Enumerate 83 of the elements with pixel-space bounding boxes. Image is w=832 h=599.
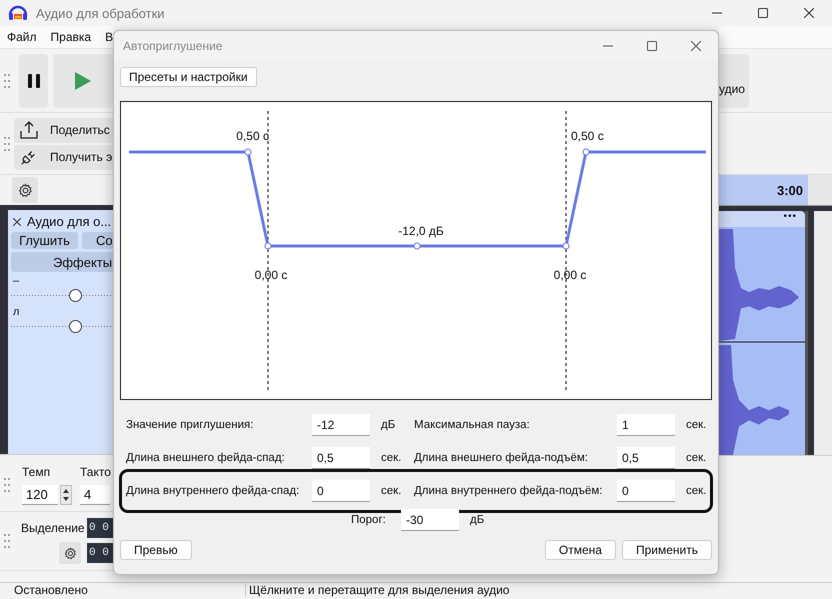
field-label: Порог: xyxy=(351,514,387,526)
pan-label: л xyxy=(12,306,20,318)
field-label: Значение приглушения: xyxy=(126,419,254,431)
timeline-ruler[interactable]: 3:00 xyxy=(719,175,832,206)
tempo-label: Темп xyxy=(22,465,52,479)
share-button[interactable]: Поделитьс xyxy=(14,118,113,142)
graph-label: 0,50 с xyxy=(236,128,269,144)
app-logo-icon xyxy=(8,4,28,22)
spinner-arrows-icon[interactable] xyxy=(60,485,72,505)
presets-button[interactable]: Пресеты и настройки xyxy=(120,67,257,87)
pause-button[interactable] xyxy=(19,54,48,108)
pause-icon xyxy=(28,74,40,88)
field-label: Длина внешнего фейда-спад: xyxy=(126,452,286,464)
time-mark: 3:00 xyxy=(777,182,804,198)
graph-label: -12,0 дБ xyxy=(398,223,444,239)
tempo-field[interactable]: 120 xyxy=(22,485,58,505)
input-field[interactable]: 0,5 xyxy=(312,447,370,469)
settings-icon xyxy=(18,182,32,198)
settings-icon xyxy=(64,546,76,560)
status-text: Остановлено xyxy=(0,583,246,597)
solo-button[interactable]: Со xyxy=(82,232,113,249)
unit-label: сек. xyxy=(685,485,706,497)
unit-label: дБ xyxy=(380,419,396,431)
maximize-icon[interactable] xyxy=(647,40,657,50)
grip-icon[interactable] xyxy=(4,74,10,88)
unit-label: сек. xyxy=(685,419,706,431)
slider-thumb[interactable] xyxy=(69,289,82,302)
dialog-title: Автоприглушение xyxy=(123,38,222,52)
slider-thumb[interactable] xyxy=(69,320,82,333)
envelope-graph[interactable]: 0,50 с 0,50 с -12,0 дБ 0,00 с 0,00 с xyxy=(120,101,712,400)
mute-button[interactable]: Глушить xyxy=(11,232,78,249)
unit-label: сек. xyxy=(685,452,706,464)
preview-button[interactable]: Превью xyxy=(120,540,192,560)
settings-button[interactable] xyxy=(12,177,38,203)
audio-button[interactable]: удио xyxy=(719,54,749,108)
graph-label: 0,00 с xyxy=(254,267,288,283)
time-field[interactable]: 0 0 xyxy=(87,543,113,563)
play-button[interactable] xyxy=(53,54,113,108)
close-icon[interactable] xyxy=(804,8,814,18)
window-title: Аудио для обработки xyxy=(36,6,165,20)
input-field[interactable]: 1 xyxy=(617,414,675,436)
cancel-button[interactable]: Отмена xyxy=(544,540,616,560)
unit-label: дБ xyxy=(469,514,486,526)
track-title[interactable]: Аудио для о... xyxy=(27,214,112,229)
field-label: Длина внутреннего фейда-подъём: xyxy=(414,485,604,497)
effects-button[interactable]: Эффекты xyxy=(11,252,113,272)
close-icon[interactable] xyxy=(13,218,21,226)
gain-label: – xyxy=(12,275,20,287)
envelope-line[interactable] xyxy=(129,148,706,250)
settings-button[interactable] xyxy=(59,542,81,564)
grip-icon[interactable] xyxy=(4,534,10,548)
status-hint: Щёлкните и перетащите для выделения аудио xyxy=(248,583,510,597)
scrollbar[interactable] xyxy=(814,211,832,455)
plug-icon xyxy=(20,148,38,166)
grip-icon[interactable] xyxy=(4,136,10,150)
play-icon xyxy=(75,72,91,90)
time-signature-field[interactable]: 4 xyxy=(80,485,110,505)
input-field[interactable]: 0 xyxy=(617,480,675,502)
unit-label: сек. xyxy=(380,452,402,464)
upload-icon xyxy=(20,121,38,139)
time-field[interactable]: 0 0 xyxy=(87,518,113,538)
menu-item[interactable]: Файл xyxy=(7,30,37,44)
apply-button[interactable]: Применить xyxy=(622,540,712,560)
menu-item[interactable]: В xyxy=(105,30,113,44)
field-label: Длина внешнего фейда-подъём: xyxy=(414,452,589,464)
get-effects-button[interactable]: Получить э xyxy=(14,144,113,170)
clip-header[interactable]: ••• xyxy=(719,211,805,227)
selection-label: Выделение xyxy=(21,521,86,535)
graph-label: 0,00 с xyxy=(554,267,586,283)
clip-menu[interactable]: ••• xyxy=(783,211,797,227)
graph-label: 0,50 с xyxy=(571,128,604,144)
input-field[interactable]: 0,5 xyxy=(617,447,675,469)
maximize-icon[interactable] xyxy=(758,8,768,18)
unit-label: сек. xyxy=(380,485,402,497)
menu-item[interactable]: Правка xyxy=(50,30,92,44)
grip-icon[interactable] xyxy=(4,478,10,492)
time-signature-label: Такто xyxy=(80,465,111,479)
input-field[interactable]: -30 xyxy=(401,509,459,531)
field-label: Максимальная пауза: xyxy=(414,419,531,431)
input-field[interactable]: -12 xyxy=(312,414,370,436)
field-label: Длина внутреннего фейда-спад: xyxy=(126,485,300,497)
close-icon[interactable] xyxy=(691,40,701,50)
input-field[interactable]: 0 xyxy=(312,480,370,502)
